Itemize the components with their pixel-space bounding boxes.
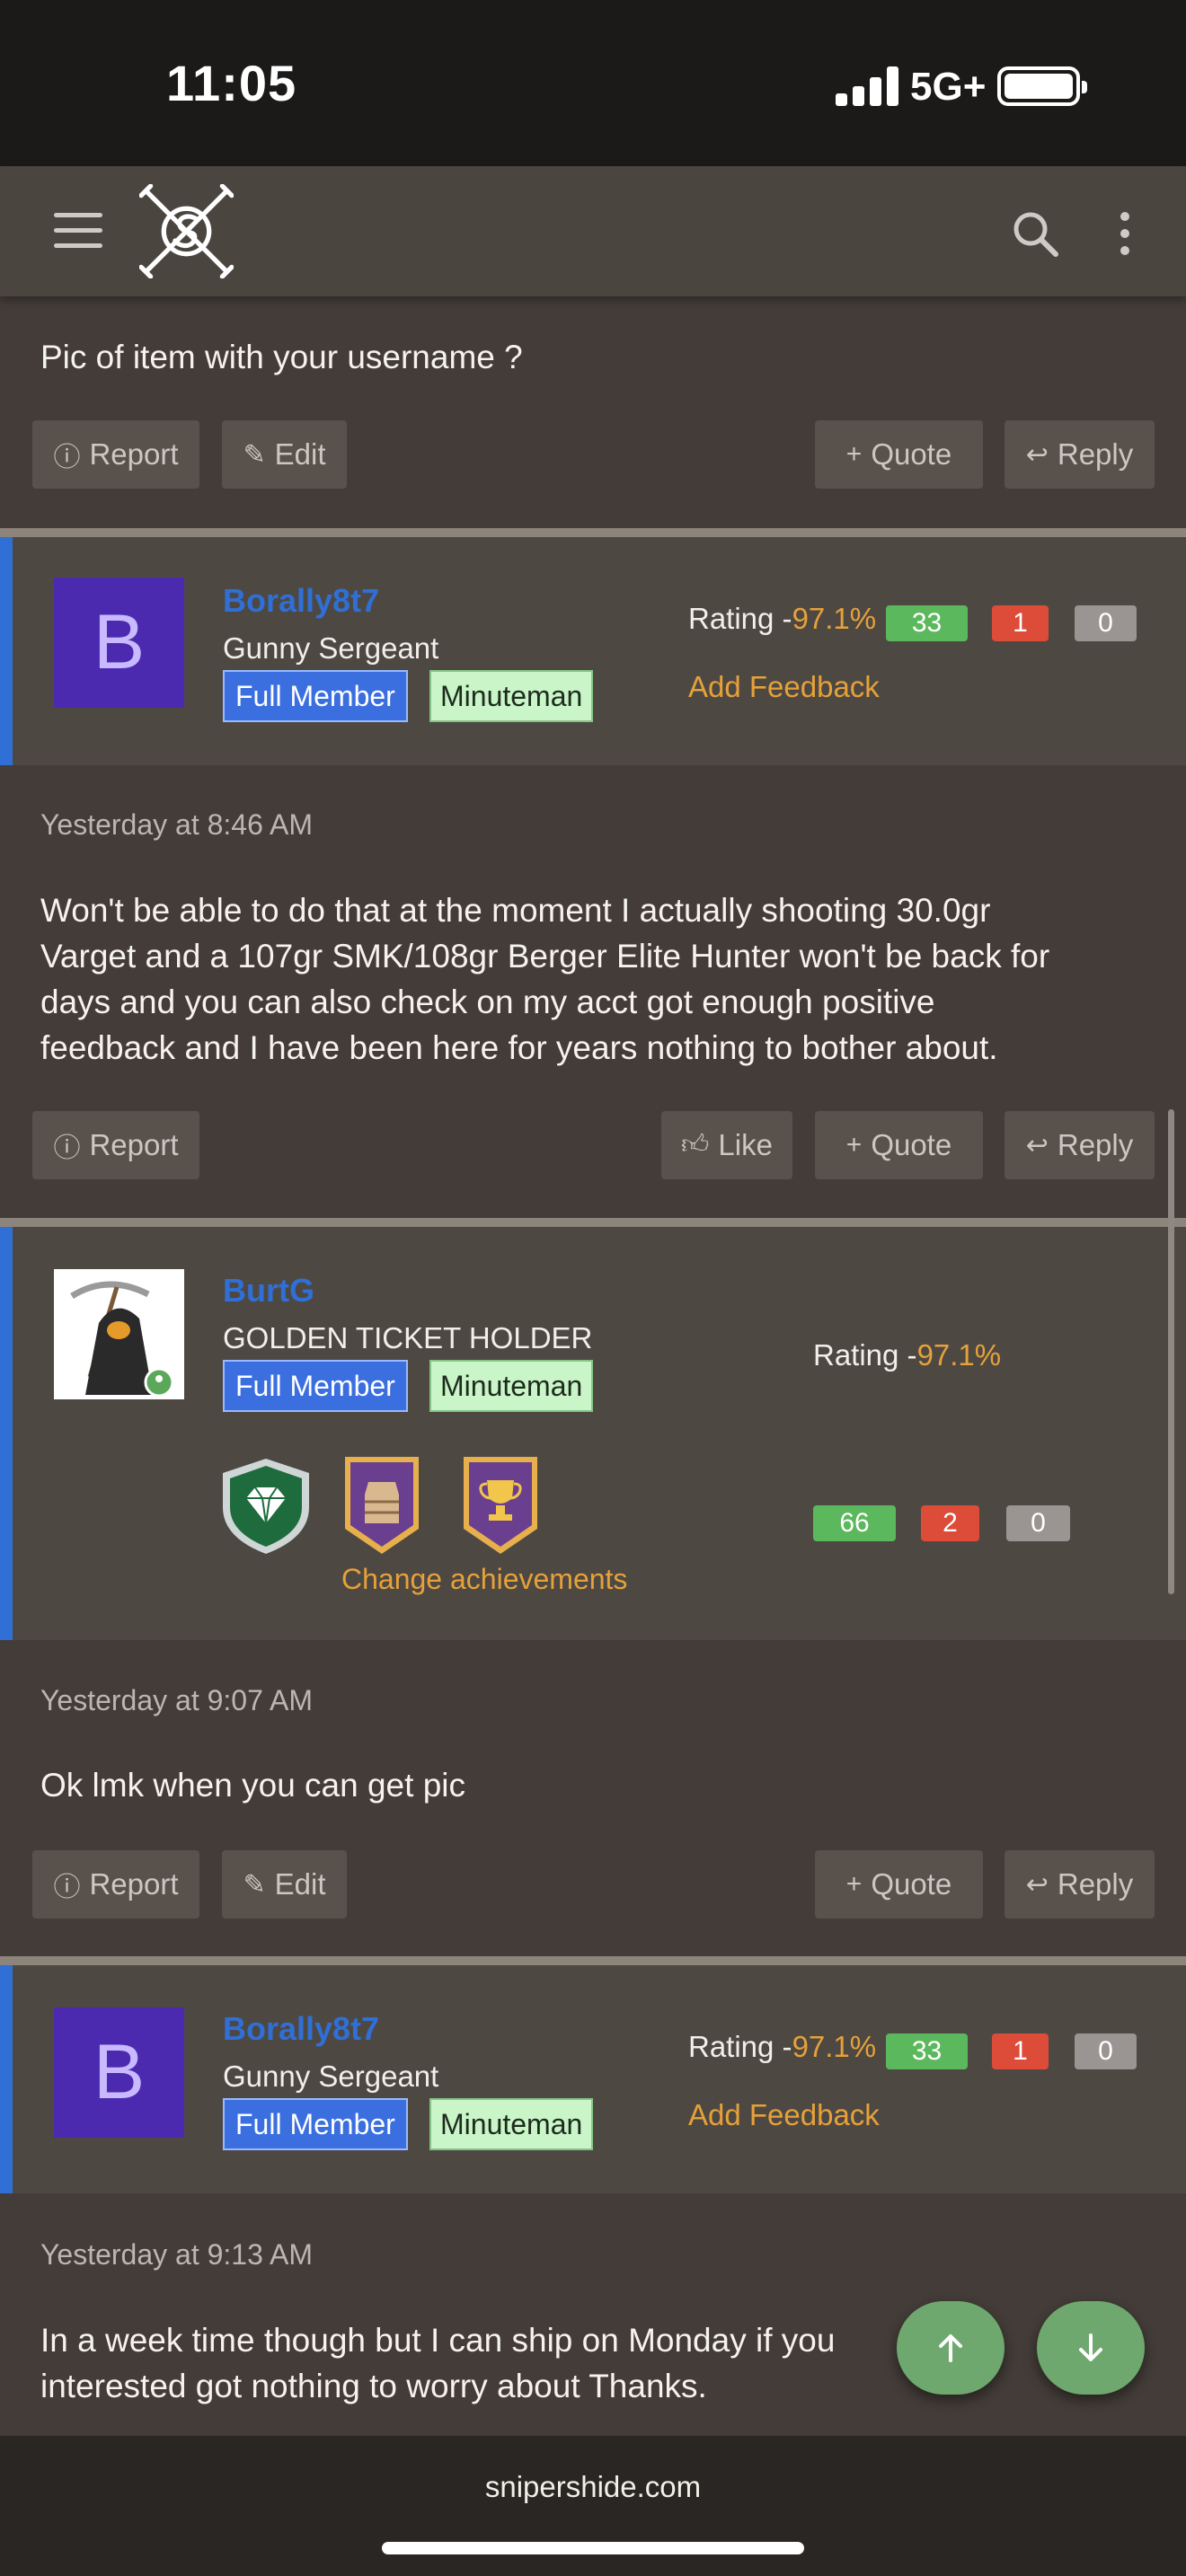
- grim-reaper-avatar-icon: [54, 1269, 184, 1399]
- neutral-count[interactable]: 0: [1075, 605, 1137, 641]
- full-member-badge: Full Member: [223, 1360, 408, 1412]
- username-link[interactable]: BurtG: [223, 1272, 314, 1310]
- add-feedback-link[interactable]: Add Feedback: [688, 2098, 880, 2132]
- pencil-icon: ✎: [243, 1869, 266, 1900]
- rating-label: Rating -97.1%: [688, 2030, 877, 2063]
- user-info-block: BurtG GOLDEN TICKET HOLDER Full Member M…: [0, 1227, 1186, 1640]
- trophy-badge-icon[interactable]: [458, 1455, 543, 1556]
- network-label: 5G+: [910, 65, 987, 109]
- status-time: 11:05: [166, 55, 297, 111]
- search-icon[interactable]: [1011, 209, 1059, 258]
- reply-arrow-icon: ↩: [1025, 439, 1049, 470]
- snipershide-logo[interactable]: [139, 184, 234, 278]
- home-indicator[interactable]: [382, 2542, 804, 2554]
- browser-bottom-bar: snipershide.com: [0, 2436, 1186, 2576]
- plus-icon: +: [845, 1130, 863, 1160]
- alert-icon: ⓘ: [53, 1873, 81, 1902]
- minuteman-badge: Minuteman: [429, 670, 594, 722]
- reply-button[interactable]: ↩ Reply: [1005, 1111, 1155, 1179]
- user-title: GOLDEN TICKET HOLDER: [223, 1321, 593, 1354]
- arrow-down-icon: [1079, 2333, 1102, 2361]
- negative-count[interactable]: 1: [992, 2033, 1049, 2069]
- change-achievements-link[interactable]: Change achievements: [341, 1563, 627, 1596]
- reply-button[interactable]: ↩ Reply: [1005, 1850, 1155, 1919]
- post-divider: [0, 1956, 1186, 1965]
- minuteman-badge: Minuteman: [429, 2098, 594, 2150]
- post-date[interactable]: Yesterday at 9:13 AM: [40, 2238, 313, 2272]
- negative-count[interactable]: 1: [992, 605, 1049, 641]
- arrow-up-icon: [939, 2334, 962, 2362]
- minuteman-badge: Minuteman: [429, 1360, 594, 1412]
- status-bar: 11:05 5G+: [0, 0, 1186, 166]
- post-message: Won't be able to do that at the moment I…: [40, 892, 1050, 1066]
- battery-icon: [997, 66, 1087, 106]
- user-info-block: B Borally8t7 Gunny Sergeant Full Member …: [0, 537, 1186, 765]
- report-button[interactable]: ⓘ Report: [32, 420, 199, 489]
- diamond-badge-icon[interactable]: [216, 1455, 316, 1556]
- plus-icon: +: [845, 1869, 863, 1899]
- report-button[interactable]: ⓘ Report: [32, 1850, 199, 1919]
- edit-button[interactable]: ✎ Edit: [222, 1850, 347, 1919]
- positive-count[interactable]: 33: [886, 605, 968, 641]
- negative-count[interactable]: 2: [921, 1505, 979, 1541]
- reply-arrow-icon: ↩: [1025, 1869, 1049, 1900]
- full-member-badge: Full Member: [223, 2098, 408, 2150]
- edit-button[interactable]: ✎ Edit: [222, 420, 347, 489]
- username-link[interactable]: Borally8t7: [223, 2010, 379, 2048]
- user-title: Gunny Sergeant: [223, 631, 439, 665]
- quote-button[interactable]: + Quote: [815, 420, 983, 489]
- rating-label: Rating -97.1%: [813, 1338, 1002, 1372]
- user-title: Gunny Sergeant: [223, 2060, 439, 2093]
- plus-icon: +: [845, 439, 863, 469]
- signal-icon: [836, 66, 898, 106]
- thumbs-up-icon: 👍︎: [681, 1130, 710, 1160]
- user-accent-bar: [0, 1227, 13, 1640]
- neutral-count[interactable]: 0: [1075, 2033, 1137, 2069]
- quote-button[interactable]: + Quote: [815, 1850, 983, 1919]
- alert-icon: ⓘ: [53, 443, 81, 472]
- quote-button[interactable]: + Quote: [815, 1111, 983, 1179]
- scroll-to-bottom-button[interactable]: [1037, 2301, 1145, 2395]
- positive-count[interactable]: 33: [886, 2033, 968, 2069]
- avatar[interactable]: B: [54, 2007, 184, 2138]
- vertical-dots-icon[interactable]: [1114, 209, 1136, 258]
- reply-button[interactable]: ↩ Reply: [1005, 420, 1155, 489]
- full-member-badge: Full Member: [223, 670, 408, 722]
- scroll-to-top-button[interactable]: [897, 2301, 1005, 2395]
- pencil-icon: ✎: [243, 439, 266, 470]
- achievements-row: [216, 1455, 557, 1556]
- url-domain[interactable]: snipershide.com: [0, 2470, 1186, 2504]
- username-link[interactable]: Borally8t7: [223, 582, 379, 620]
- post-divider: [0, 528, 1186, 537]
- post-message: Pic of item with your username ?: [40, 339, 523, 375]
- alert-icon: ⓘ: [53, 1134, 81, 1163]
- hamburger-icon[interactable]: [54, 213, 102, 249]
- user-accent-bar: [0, 537, 13, 765]
- scrollbar[interactable]: [1168, 1109, 1174, 1594]
- post-date[interactable]: Yesterday at 8:46 AM: [40, 808, 313, 842]
- user-accent-bar: [0, 1965, 13, 2193]
- like-button[interactable]: 👍︎ Like: [661, 1111, 792, 1179]
- add-feedback-link[interactable]: Add Feedback: [688, 670, 880, 704]
- top-nav-bar: [0, 166, 1186, 296]
- rating-label: Rating -97.1%: [688, 602, 877, 635]
- post-divider: [0, 1218, 1186, 1227]
- report-button[interactable]: ⓘ Report: [32, 1111, 199, 1179]
- avatar[interactable]: B: [54, 578, 184, 708]
- vest-badge-icon[interactable]: [340, 1455, 424, 1556]
- avatar[interactable]: [54, 1269, 184, 1399]
- post-date[interactable]: Yesterday at 9:07 AM: [40, 1684, 313, 1717]
- positive-count[interactable]: 66: [813, 1505, 896, 1541]
- post-message: In a week time though but I can ship on …: [40, 2322, 836, 2404]
- post-message: Ok lmk when you can get pic: [40, 1767, 465, 1804]
- neutral-count[interactable]: 0: [1006, 1505, 1070, 1541]
- reply-arrow-icon: ↩: [1025, 1130, 1049, 1160]
- user-info-block: B Borally8t7 Gunny Sergeant Full Member …: [0, 1965, 1186, 2193]
